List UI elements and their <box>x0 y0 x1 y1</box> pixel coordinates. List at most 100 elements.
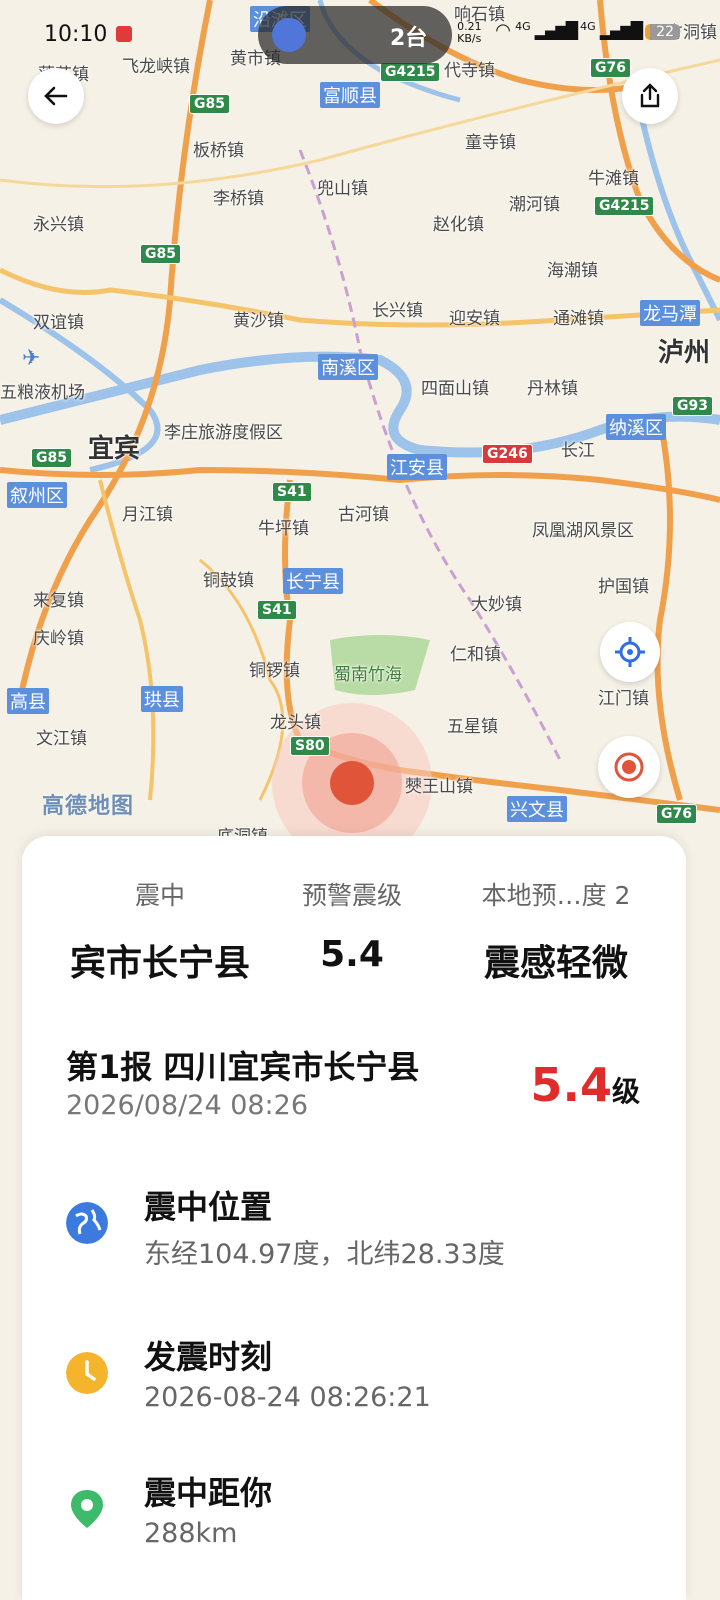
status-bar: 10:10 2台 0.21 KB/s ◠ 4G ▂▄▆█ 4G ▂▄▆█ 22 <box>0 0 720 70</box>
map-label: 护国镇 <box>598 577 649 597</box>
road-shield: S41 <box>272 482 312 502</box>
map-label: 丹林镇 <box>527 379 578 399</box>
share-icon <box>640 83 660 108</box>
map-label: 通滩镇 <box>553 309 604 329</box>
map-label: 海潮镇 <box>547 261 598 281</box>
summary-magnitude: 预警震级 5.4 <box>252 876 452 975</box>
map-label: 大妙镇 <box>471 595 522 615</box>
locate-button[interactable] <box>600 622 660 682</box>
location-pin-icon <box>71 1490 103 1528</box>
map-label: 长兴镇 <box>372 301 423 321</box>
map-label: 铜锣镇 <box>249 661 300 681</box>
city-label: 宜宾 <box>88 434 141 464</box>
map-label: 文江镇 <box>36 729 87 749</box>
epicenter-focus-button[interactable] <box>598 736 660 798</box>
summary-epicenter: 震中 宾市长宁县 <box>60 876 260 986</box>
road-shield: G85 <box>31 448 72 468</box>
signal-label: 4G <box>580 20 596 33</box>
earthquake-info-card: 震中 宾市长宁县 预警震级 5.4 本地预…度 2 震感轻微 第1报 四川宜宾市… <box>22 836 686 1600</box>
crosshair-icon <box>615 637 645 667</box>
detail-value: 东经104.97度，北纬28.33度 <box>144 1239 505 1270</box>
district-label: 江安县 <box>387 454 447 480</box>
map-label: 庆岭镇 <box>33 629 84 649</box>
map-label: 赵化镇 <box>433 215 484 235</box>
net-speed: 0.21 KB/s <box>457 19 482 45</box>
map-label: 黄沙镇 <box>233 311 284 331</box>
signal-icon: ▂▄▆█ <box>534 21 578 40</box>
wifi-icon: ◠ <box>495 20 511 41</box>
back-button[interactable] <box>28 68 84 124</box>
map-label: 长江 <box>561 441 595 461</box>
signal-icon: ▂▄▆█ <box>599 21 643 40</box>
detail-title: 发震时刻 <box>144 1338 273 1376</box>
map-label: 五星镇 <box>447 717 498 737</box>
map-label: 牛坪镇 <box>258 519 309 539</box>
dynamic-island-text: 2台 <box>390 26 428 51</box>
magnitude-unit: 级 <box>611 1075 640 1108</box>
magnitude-number: 5.4 <box>530 1058 612 1112</box>
road-shield: S80 <box>290 736 330 756</box>
city-label: 泸州 <box>658 338 711 368</box>
road-shield: G4215 <box>594 196 655 216</box>
map-label: 兜山镇 <box>317 179 368 199</box>
road-shield: G76 <box>656 804 697 824</box>
map-label: 江门镇 <box>598 689 649 709</box>
summary-row: 震中 宾市长宁县 预警震级 5.4 本地预…度 2 震感轻微 <box>22 836 686 1006</box>
map-label: 童寺镇 <box>465 133 516 153</box>
map-label: 来复镇 <box>33 591 84 611</box>
globe-icon <box>66 1202 108 1244</box>
map-attribution: 高德地图 <box>42 794 135 819</box>
district-label: 纳溪区 <box>606 414 666 440</box>
dynamic-island[interactable]: 2台 <box>258 6 452 64</box>
district-label: 高县 <box>7 688 49 714</box>
map-label: 蜀南竹海 <box>334 665 402 685</box>
map-label: 四面山镇 <box>421 379 489 399</box>
map-label: 双谊镇 <box>33 313 84 333</box>
district-label: 南溪区 <box>318 354 378 380</box>
clock-icon <box>66 1352 108 1394</box>
map-label: 李庄旅游度假区 <box>164 423 283 443</box>
summary-label: 震中 <box>134 881 185 910</box>
summary-value: 5.4 <box>320 934 384 975</box>
road-shield: G246 <box>482 444 533 464</box>
map-label: 李桥镇 <box>213 189 264 209</box>
map-label: 凤凰湖风景区 <box>532 521 634 541</box>
notification-icon <box>116 26 132 42</box>
detail-value: 288km <box>144 1518 238 1549</box>
map-label: 永兴镇 <box>33 215 84 235</box>
battery-icon: 22 <box>645 24 680 40</box>
airport-icon: ✈ <box>22 346 41 371</box>
district-label: 长宁县 <box>283 568 343 594</box>
road-shield: S41 <box>257 600 297 620</box>
map-label: 僰王山镇 <box>405 777 473 797</box>
map-label: 铜鼓镇 <box>203 571 254 591</box>
detail-title: 震中距你 <box>144 1474 273 1512</box>
system-icons: 0.21 KB/s ◠ 4G ▂▄▆█ 4G ▂▄▆█ 22 <box>457 20 680 45</box>
summary-label: 预警震级 <box>301 881 402 910</box>
map-label: 仁和镇 <box>450 645 501 665</box>
detail-title: 震中位置 <box>144 1188 273 1226</box>
detail-value: 2026-08-24 08:26:21 <box>144 1382 431 1413</box>
summary-value: 震感轻微 <box>483 943 628 984</box>
map-label: 月江镇 <box>122 505 173 525</box>
district-label: 龙马潭 <box>640 300 700 326</box>
signal-label: 4G <box>515 20 531 33</box>
report-magnitude: 5.4级 <box>530 1058 640 1112</box>
link-icon <box>272 18 306 52</box>
map-label: 板桥镇 <box>193 141 244 161</box>
district-label: 叙州区 <box>7 482 67 508</box>
map-label: 潮河镇 <box>509 195 560 215</box>
district-label: 珙县 <box>141 686 183 712</box>
road-shield: G85 <box>189 94 230 114</box>
road-shield: G85 <box>140 244 181 264</box>
summary-value: 宾市长宁县 <box>69 943 250 984</box>
epicenter-marker[interactable] <box>330 761 374 805</box>
district-label: 兴文县 <box>507 796 567 822</box>
map-label: 迎安镇 <box>449 309 500 329</box>
district-label: 富顺县 <box>320 82 380 108</box>
summary-local-intensity: 本地预…度 2 震感轻微 <box>446 876 666 986</box>
arrow-left-icon <box>44 86 68 106</box>
map-label: 龙头镇 <box>270 713 321 733</box>
share-button[interactable] <box>622 68 678 124</box>
map-label: 五粮液机场 <box>0 383 85 403</box>
